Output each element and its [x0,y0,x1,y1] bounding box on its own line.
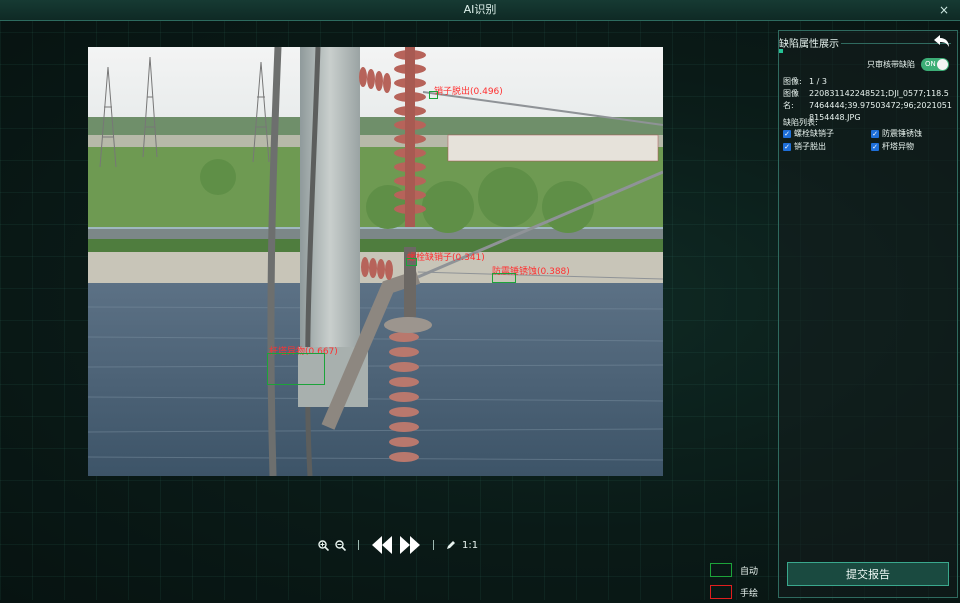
legend-label: 手绘 [740,588,759,599]
zoom-in-icon[interactable] [318,539,329,551]
image-label: 图像: [783,77,802,86]
panel-title: 缺陷属性展示 [779,39,839,50]
zoom-out-icon[interactable] [335,539,346,551]
legend: 自动 手绘 [710,559,758,603]
image-index-row: 图像: 1 / 3 [783,76,953,88]
window-title: AI识别 [463,3,497,16]
check-icon: ✓ [871,129,879,138]
defect-panel: 缺陷属性展示 只审核带缺陷 ON 图像: 1 / 3 图像名: 22083114… [778,30,958,598]
detection-label: 螺栓缺销子(0.341) [407,253,485,263]
close-icon[interactable]: × [936,0,952,20]
legend-item-auto: 自动 [710,559,758,581]
legend-label: 自动 [740,566,759,577]
image-index: 1 / 3 [809,77,827,86]
detection-box[interactable] [492,273,516,283]
panel-marker [779,49,783,53]
detection-box[interactable] [429,91,438,99]
inspection-image[interactable]: 销子脱出(0.496) 螺栓缺销子(0.341) 防震锤锈蚀(0.388) 杆塔… [88,47,663,476]
detection-box[interactable] [406,258,417,266]
ratio-button[interactable]: 1:1 [462,540,478,551]
defect-checkbox[interactable]: ✓ 杆塔异物 [871,141,953,152]
detection-label: 销子脱出(0.496) [434,87,503,97]
check-icon: ✓ [783,129,791,138]
toggle-label: 只审核带缺陷 [867,60,915,69]
inspection-photo [88,47,663,476]
legend-swatch-auto [710,563,732,577]
prev-icon[interactable] [371,534,393,556]
image-name: 220831142248521;DJI_0577;118.57464444;39… [809,89,952,122]
legend-swatch-manual [710,585,732,599]
defect-list: ✓ 螺栓缺销子 ✓ 防震锤锈蚀 ✓ 销子脱出 ✓ 杆塔异物 [783,128,953,152]
check-icon: ✓ [783,142,791,151]
check-icon: ✓ [871,142,879,151]
defect-checkbox[interactable]: ✓ 销子脱出 [783,141,871,152]
detection-box[interactable] [267,353,325,385]
defect-checkbox[interactable]: ✓ 螺栓缺销子 [783,128,871,139]
defect-label: 防震锤锈蚀 [882,129,922,138]
defect-label: 杆塔异物 [882,142,914,151]
title-bar: AI识别 × [0,0,960,21]
toolbar-divider [433,540,434,550]
pencil-icon[interactable] [446,540,456,550]
toggle-knob [937,59,948,70]
back-icon[interactable] [933,33,951,49]
defect-label: 销子脱出 [794,142,826,151]
image-toolbar: 1:1 [318,532,478,558]
toolbar-divider [358,540,359,550]
defect-list-title: 缺陷列表: [783,118,818,127]
toggle-state: ON [925,60,936,68]
submit-report-button[interactable]: 提交报告 [787,562,949,586]
defect-filter: 只审核带缺陷 ON [867,58,949,71]
defect-only-toggle[interactable]: ON [921,58,949,71]
defect-checkbox[interactable]: ✓ 防震锤锈蚀 [871,128,953,139]
next-icon[interactable] [399,534,421,556]
defect-label: 螺栓缺销子 [794,129,834,138]
